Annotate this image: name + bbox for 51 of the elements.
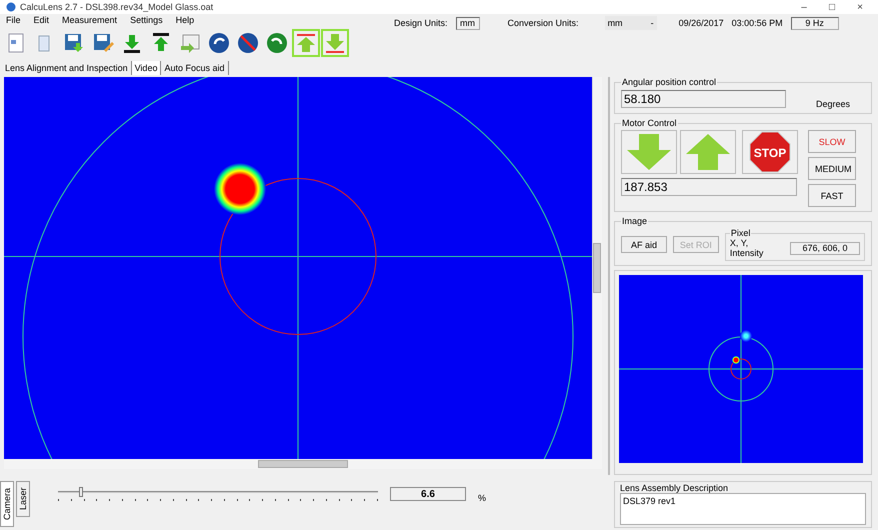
back-icon bbox=[208, 32, 230, 54]
date-text: 09/26/2017 bbox=[678, 18, 724, 28]
tab[interactable]: Auto Focus aid bbox=[161, 61, 228, 75]
speed-button[interactable]: SLOW bbox=[808, 130, 856, 153]
scrollbar[interactable] bbox=[592, 77, 602, 459]
angle-field[interactable]: 58.180 bbox=[621, 90, 786, 108]
blocked-icon bbox=[237, 32, 259, 54]
menu-item[interactable]: Settings bbox=[130, 15, 163, 26]
window-control[interactable]: □ bbox=[820, 2, 844, 12]
unit-label: % bbox=[478, 493, 486, 503]
design-units-label: Design Units: bbox=[394, 18, 448, 28]
frame-rate-field: 9 Hz bbox=[790, 16, 839, 30]
time-text: 03:00:56 PM bbox=[732, 18, 783, 28]
scrollbar[interactable] bbox=[4, 459, 602, 469]
panel-title: Motor Control bbox=[621, 118, 678, 128]
slider-track[interactable] bbox=[58, 487, 378, 503]
panel-title: Pixel bbox=[730, 228, 752, 238]
pixel-label: X, Y, Intensity bbox=[730, 238, 764, 258]
menu-item[interactable]: Measurement bbox=[62, 15, 118, 26]
upload-icon bbox=[150, 32, 172, 54]
menu-item[interactable]: Edit bbox=[34, 15, 50, 26]
menu-item[interactable]: File bbox=[6, 15, 21, 26]
save-icon bbox=[63, 32, 85, 54]
panel-title: Angular position control bbox=[621, 77, 718, 87]
window-control[interactable]: – bbox=[792, 2, 816, 12]
unit-label: Degrees bbox=[816, 99, 850, 109]
side-tab[interactable]: Camera bbox=[0, 481, 14, 527]
tab[interactable]: Video bbox=[132, 61, 162, 75]
conversion-units-dropdown[interactable]: mm - bbox=[604, 16, 657, 30]
speed-button[interactable]: FAST bbox=[808, 184, 856, 207]
menu-item[interactable]: Help bbox=[176, 15, 194, 26]
save-icon bbox=[92, 32, 114, 54]
design-units-field: mm bbox=[456, 16, 480, 30]
slider-thumb[interactable] bbox=[79, 487, 84, 497]
window-title: CalcuLens 2.7 - DSL398.rev34_Model Glass.oat bbox=[20, 2, 214, 12]
panel-title: Image bbox=[621, 216, 648, 226]
arrow-down-icon bbox=[324, 32, 346, 54]
position-field[interactable]: 187.853 bbox=[621, 178, 797, 196]
pixel-value: 676, 606, 0 bbox=[790, 242, 860, 254]
forward-icon bbox=[266, 32, 288, 54]
description-field[interactable]: DSL379 rev1 bbox=[620, 493, 866, 525]
image-button[interactable]: AF aid bbox=[621, 236, 667, 253]
conversion-units-label: Conversion Units: bbox=[508, 18, 579, 28]
percent-reading: 6.6 bbox=[390, 487, 466, 501]
download-icon bbox=[121, 32, 143, 54]
panel-title: Lens Assembly Description bbox=[620, 483, 730, 493]
arrow-up-icon bbox=[295, 32, 317, 54]
speed-button[interactable]: MEDIUM bbox=[808, 157, 856, 180]
app-icon bbox=[6, 2, 16, 12]
window-control[interactable]: × bbox=[848, 2, 872, 12]
side-tab[interactable]: Laser bbox=[16, 481, 30, 517]
